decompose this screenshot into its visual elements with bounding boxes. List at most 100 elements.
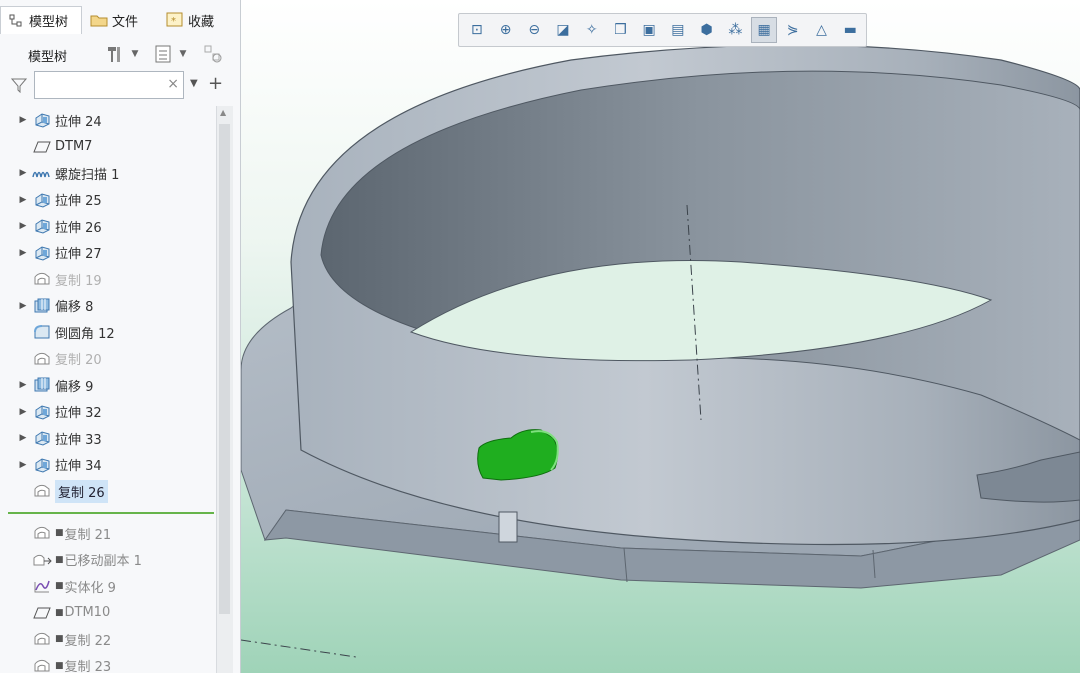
panel-tabs: 模型树 文件 * 收藏	[0, 6, 240, 34]
copy-icon	[32, 657, 52, 673]
view-manager-icon[interactable]: ▤	[665, 17, 691, 43]
expand-arrow-icon[interactable]: ▶	[16, 460, 30, 470]
tree-row[interactable]: ▶ 拉伸 32	[0, 399, 216, 425]
expand-arrow-icon[interactable]: ▶	[16, 380, 30, 390]
repaint-icon[interactable]: ◪	[550, 17, 576, 43]
display-style-icon[interactable]: ❒	[608, 17, 634, 43]
columns-dropdown-icon[interactable]: ▼	[176, 43, 190, 65]
tree-scrollbar[interactable]: ▲	[216, 106, 233, 673]
tree-item-label: 拉伸 32	[55, 406, 102, 421]
datum-display-icon[interactable]: ⁂	[722, 17, 748, 43]
tree-item-label: 偏移 8	[55, 300, 94, 315]
tree-item-label: 螺旋扫描 1	[55, 167, 120, 183]
extrude-icon	[32, 403, 52, 421]
inserted-feature-row[interactable]: ■ 复制 22	[0, 626, 216, 652]
refit-icon[interactable]: ⊡	[464, 17, 490, 43]
tree-item-label: 拉伸 26	[55, 220, 102, 236]
extrude-icon	[32, 217, 52, 235]
tab-label: 收藏	[188, 14, 215, 30]
tab-label: 文件	[112, 14, 139, 30]
extrude-icon	[32, 111, 52, 129]
settings-dropdown-icon[interactable]: ▼	[128, 43, 142, 65]
tab-favorites[interactable]: * 收藏	[160, 6, 240, 34]
tree-item-label: 拉伸 25	[55, 194, 102, 209]
appearance-icon[interactable]: △	[809, 17, 835, 43]
expand-arrow-icon[interactable]: ▶	[16, 407, 30, 417]
tree-item-label: 已移动副本 1	[64, 554, 142, 569]
favorites-icon: *	[166, 12, 184, 28]
settings-icon[interactable]	[104, 43, 126, 65]
tree-item-label: 复制 20	[55, 353, 102, 368]
scroll-up-icon[interactable]: ▲	[220, 108, 226, 117]
tree-row[interactable]: ▶ 拉伸 33	[0, 425, 216, 451]
tree-item-label: 倒圆角 12	[55, 326, 115, 342]
tree-row[interactable]: ▶ 拉伸 27	[0, 240, 216, 266]
search-dropdown-icon[interactable]: ▼	[190, 78, 198, 89]
offset-icon	[32, 376, 52, 394]
inserted-feature-row[interactable]: ■ 实体化 9	[0, 573, 216, 599]
tree-item-label: 拉伸 27	[55, 247, 102, 262]
spin-center-icon[interactable]: ✧	[579, 17, 605, 43]
tab-model-tree[interactable]: 模型树	[0, 6, 82, 34]
annotation-display-icon[interactable]: ▦	[751, 17, 777, 43]
tree-row[interactable]: ▶ 偏移 9	[0, 372, 216, 398]
expand-arrow-icon[interactable]: ▶	[16, 301, 30, 311]
tree-row[interactable]: 复制 19	[0, 266, 216, 292]
tree-row[interactable]: ▶ 拉伸 24	[0, 107, 216, 133]
tree-item-label: 偏移 9	[55, 379, 94, 395]
inserted-marker-icon: ■	[55, 634, 64, 644]
solidify-icon	[32, 577, 52, 595]
copy-icon	[32, 630, 52, 648]
saved-views-icon[interactable]: ▣	[636, 17, 662, 43]
tab-files[interactable]: 文件	[84, 6, 156, 34]
tree-row[interactable]: ▶ 拉伸 25	[0, 187, 216, 213]
round-icon	[32, 323, 52, 341]
expand-arrow-icon[interactable]: ▶	[16, 433, 30, 443]
tree-row[interactable]: ▶ 偏移 8	[0, 293, 216, 319]
expand-arrow-icon[interactable]: ▶	[16, 115, 30, 125]
tree-item-label: 复制 21	[64, 527, 112, 543]
inserted-feature-row[interactable]: ■ 复制 23	[0, 653, 216, 673]
search-box: ×	[34, 71, 184, 99]
zoom-out-icon[interactable]: ⊖	[521, 17, 547, 43]
filter-icon[interactable]	[10, 76, 28, 94]
zoom-in-icon[interactable]: ⊕	[493, 17, 519, 43]
expand-arrow-icon[interactable]: ▶	[16, 248, 30, 258]
model-tree-panel: 模型树 文件 * 收藏 模型树 ▼ ▼ × ▼ + ▶ 拉伸 24 DTM7 ▶…	[0, 0, 241, 673]
tree-row[interactable]: DTM7	[0, 134, 216, 160]
tree-item-label: DTM10	[64, 605, 111, 620]
tree-row[interactable]: 复制 26	[0, 478, 216, 504]
spin-tool-icon[interactable]: ⋟	[780, 17, 806, 43]
tree-item-label: DTM7	[55, 139, 93, 154]
search-input[interactable]	[39, 73, 163, 99]
offset-icon	[32, 297, 52, 315]
graphics-viewport[interactable]: ⊡ ⊕ ⊖ ◪ ✧ ❒ ▣ ▤ ⬢ ⁂ ▦ ⋟ △ ▬	[241, 0, 1080, 673]
copy-icon	[32, 482, 52, 500]
copy-icon	[32, 524, 52, 542]
tree-row[interactable]: 倒圆角 12	[0, 319, 216, 345]
tree-row[interactable]: 复制 20	[0, 346, 216, 372]
model-tree: ▶ 拉伸 24 DTM7 ▶ 螺旋扫描 1 ▶ 拉伸 25 ▶ 拉伸 26 ▶ 拉伸 27 复制 19…	[0, 106, 216, 510]
copy-icon	[32, 270, 52, 288]
add-icon[interactable]: +	[208, 73, 223, 94]
perspective-icon[interactable]: ⬢	[694, 17, 720, 43]
inserted-marker-icon: ■	[55, 554, 64, 565]
tree-row[interactable]: ▶ 拉伸 26	[0, 213, 216, 239]
inserted-feature-row[interactable]: ■ DTM10	[0, 600, 216, 626]
extrude-icon	[32, 191, 52, 209]
tab-label: 模型树	[29, 15, 69, 30]
clear-search-icon[interactable]: ×	[167, 76, 179, 92]
expand-arrow-icon[interactable]: ▶	[16, 221, 30, 231]
tree-filter-options-icon[interactable]	[202, 43, 224, 65]
toolbar-title: 模型树	[28, 50, 68, 65]
named-view-icon[interactable]: ▬	[837, 17, 863, 43]
inserted-marker-icon: ■	[55, 660, 64, 671]
scrollbar-thumb[interactable]	[219, 124, 230, 614]
tree-row[interactable]: ▶ 拉伸 34	[0, 452, 216, 478]
inserted-feature-row[interactable]: ■ 复制 21	[0, 520, 216, 546]
expand-arrow-icon[interactable]: ▶	[16, 168, 30, 178]
inserted-feature-row[interactable]: ■ 已移动副本 1	[0, 547, 216, 573]
show-columns-icon[interactable]	[152, 43, 174, 65]
tree-row[interactable]: ▶ 螺旋扫描 1	[0, 160, 216, 186]
expand-arrow-icon[interactable]: ▶	[16, 195, 30, 205]
